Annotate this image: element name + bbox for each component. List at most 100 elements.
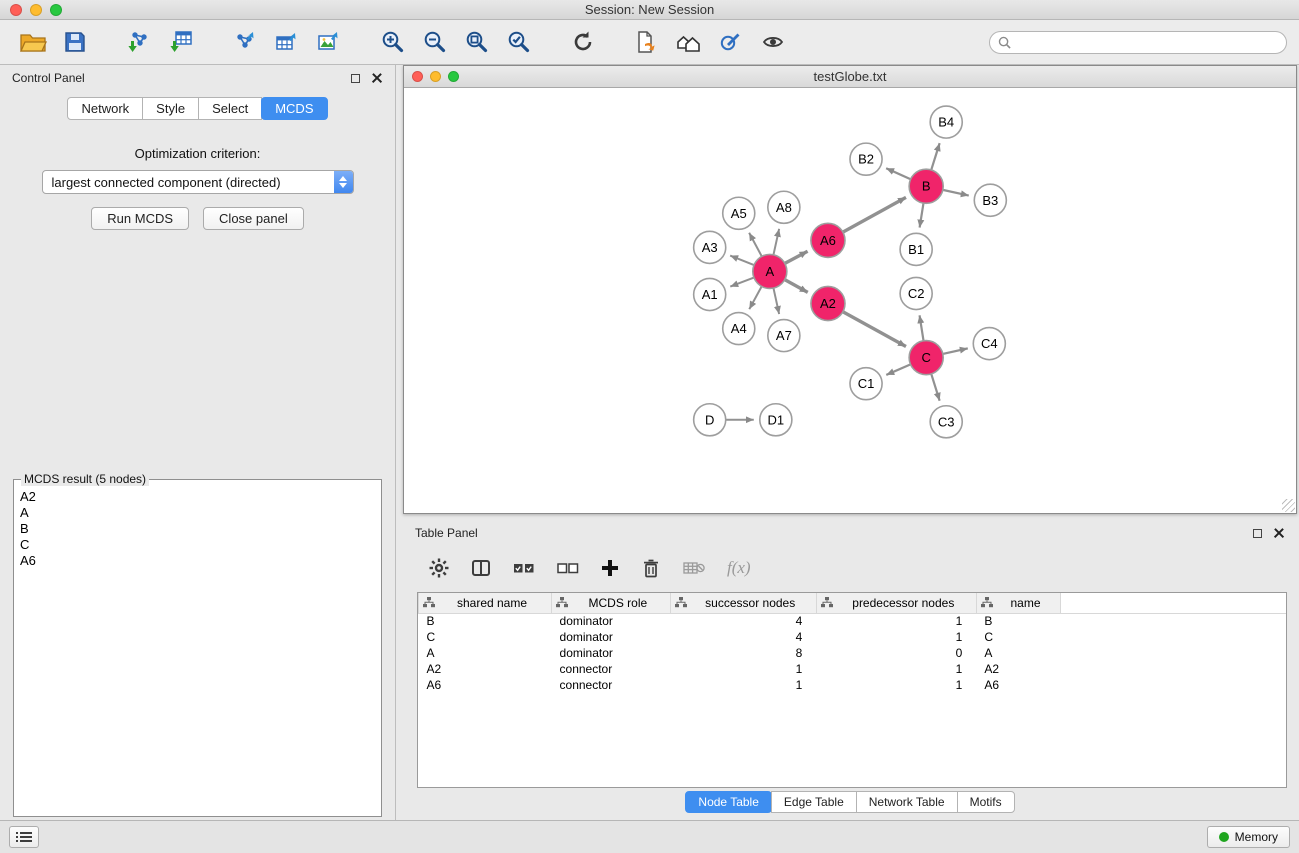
show-columns-button[interactable] bbox=[471, 558, 491, 578]
graph-edge-A-A6[interactable] bbox=[785, 251, 808, 263]
import-file-button[interactable] bbox=[626, 23, 668, 61]
graph-edge-A-A7[interactable] bbox=[773, 288, 779, 314]
graph-node-A8[interactable]: A8 bbox=[768, 191, 800, 223]
import-table-button[interactable] bbox=[160, 23, 202, 61]
graph-edge-C-C2[interactable] bbox=[920, 315, 924, 341]
tab-mcds[interactable]: MCDS bbox=[261, 97, 327, 120]
graph-edge-A-A5[interactable] bbox=[749, 233, 762, 257]
float-panel-icon[interactable] bbox=[351, 74, 360, 83]
minimize-window-icon[interactable] bbox=[30, 4, 42, 16]
function-builder-button[interactable]: f(x) bbox=[727, 558, 751, 578]
table-cell[interactable]: A2 bbox=[419, 661, 552, 677]
zoom-out-button[interactable] bbox=[414, 23, 456, 61]
mcds-result-item[interactable]: C bbox=[20, 537, 375, 553]
graph-node-B3[interactable]: B3 bbox=[974, 184, 1006, 216]
table-cell[interactable]: 1 bbox=[670, 661, 816, 677]
graph-edge-A-A4[interactable] bbox=[749, 286, 761, 309]
add-column-button[interactable] bbox=[601, 559, 619, 577]
select-all-button[interactable] bbox=[513, 560, 535, 576]
annotation-pen-button[interactable] bbox=[710, 23, 752, 61]
graph-edge-C-C3[interactable] bbox=[931, 374, 939, 401]
table-cell[interactable]: connector bbox=[552, 661, 671, 677]
graph-node-C4[interactable]: C4 bbox=[973, 328, 1005, 360]
table-cell[interactable]: 8 bbox=[670, 645, 816, 661]
import-network-button[interactable] bbox=[118, 23, 160, 61]
tab-style[interactable]: Style bbox=[142, 97, 199, 120]
memory-button[interactable]: Memory bbox=[1207, 826, 1290, 848]
graph-node-D1[interactable]: D1 bbox=[760, 404, 792, 436]
node-table-container[interactable]: shared nameMCDS rolesuccessor nodesprede… bbox=[417, 592, 1287, 788]
graph-node-B[interactable]: B bbox=[909, 169, 943, 203]
table-cell[interactable]: 1 bbox=[816, 677, 976, 693]
zoom-fit-button[interactable] bbox=[456, 23, 498, 61]
graph-node-A2[interactable]: A2 bbox=[811, 286, 845, 320]
column-header-successor-nodes[interactable]: successor nodes bbox=[670, 593, 816, 613]
close-window-icon[interactable] bbox=[10, 4, 22, 16]
search-box[interactable] bbox=[989, 31, 1287, 54]
deselect-all-button[interactable] bbox=[557, 560, 579, 576]
table-cell[interactable]: A6 bbox=[419, 677, 552, 693]
table-cell[interactable]: connector bbox=[552, 677, 671, 693]
table-cell[interactable]: 1 bbox=[816, 629, 976, 645]
column-header-mcds-role[interactable]: MCDS role bbox=[552, 593, 671, 613]
column-header-name[interactable]: name bbox=[976, 593, 1060, 613]
table-cell[interactable]: B bbox=[419, 613, 552, 629]
graph-node-A1[interactable]: A1 bbox=[694, 278, 726, 310]
mcds-result-item[interactable]: A6 bbox=[20, 553, 375, 569]
open-session-button[interactable] bbox=[12, 23, 54, 61]
graph-edge-B-B2[interactable] bbox=[886, 168, 910, 179]
delete-column-button[interactable] bbox=[641, 558, 661, 578]
column-header-shared-name[interactable]: shared name bbox=[419, 593, 552, 613]
close-panel-icon[interactable] bbox=[372, 73, 383, 84]
network-minimize-icon[interactable] bbox=[430, 71, 441, 82]
graph-edge-A2-C[interactable] bbox=[843, 312, 906, 347]
table-cell[interactable]: A bbox=[976, 645, 1060, 661]
table-settings-button[interactable] bbox=[429, 558, 449, 578]
table-row[interactable]: Adominator80A bbox=[419, 645, 1287, 661]
graph-node-A7[interactable]: A7 bbox=[768, 320, 800, 352]
table-cell[interactable]: 1 bbox=[816, 661, 976, 677]
graph-node-B2[interactable]: B2 bbox=[850, 143, 882, 175]
table-row[interactable]: A2connector11A2 bbox=[419, 661, 1287, 677]
graph-node-C1[interactable]: C1 bbox=[850, 368, 882, 400]
graph-node-B1[interactable]: B1 bbox=[900, 233, 932, 265]
table-cell[interactable]: C bbox=[419, 629, 552, 645]
tab-node-table[interactable]: Node Table bbox=[685, 791, 772, 813]
mcds-result-item[interactable]: A2 bbox=[20, 489, 375, 505]
table-cell[interactable]: A2 bbox=[976, 661, 1060, 677]
table-cell[interactable]: 1 bbox=[670, 677, 816, 693]
zoom-selected-button[interactable] bbox=[498, 23, 540, 61]
mcds-result-item[interactable]: B bbox=[20, 521, 375, 537]
graph-edge-A-A2[interactable] bbox=[785, 280, 808, 293]
graph-node-A[interactable]: A bbox=[753, 254, 787, 288]
resize-grip[interactable] bbox=[1282, 499, 1295, 512]
show-hide-button[interactable] bbox=[752, 23, 794, 61]
graph-node-A6[interactable]: A6 bbox=[811, 223, 845, 257]
table-row[interactable]: Bdominator41B bbox=[419, 613, 1287, 629]
graph-node-A5[interactable]: A5 bbox=[723, 197, 755, 229]
tab-edge-table[interactable]: Edge Table bbox=[771, 791, 857, 813]
graph-edge-A6-B[interactable] bbox=[843, 197, 906, 232]
table-cell[interactable]: 1 bbox=[816, 613, 976, 629]
tab-network[interactable]: Network bbox=[67, 97, 143, 120]
table-cell[interactable]: A6 bbox=[976, 677, 1060, 693]
criterion-dropdown[interactable]: largest connected component (directed) bbox=[42, 170, 354, 194]
table-cell[interactable]: C bbox=[976, 629, 1060, 645]
table-cell[interactable]: dominator bbox=[552, 613, 671, 629]
table-cell[interactable]: A bbox=[419, 645, 552, 661]
graph-edge-B-B1[interactable] bbox=[920, 203, 924, 228]
float-table-panel-icon[interactable] bbox=[1253, 529, 1262, 538]
graph-edge-B-B3[interactable] bbox=[943, 190, 969, 196]
table-cell[interactable]: 0 bbox=[816, 645, 976, 661]
task-history-button[interactable] bbox=[9, 826, 39, 848]
network-maximize-icon[interactable] bbox=[448, 71, 459, 82]
export-table-button[interactable] bbox=[266, 23, 308, 61]
export-image-button[interactable] bbox=[308, 23, 350, 61]
graph-node-A4[interactable]: A4 bbox=[723, 313, 755, 345]
graph-edge-B-B4[interactable] bbox=[931, 143, 939, 170]
graph-node-C[interactable]: C bbox=[909, 341, 943, 375]
tab-network-table[interactable]: Network Table bbox=[856, 791, 958, 813]
table-row[interactable]: A6connector11A6 bbox=[419, 677, 1287, 693]
graph-node-A3[interactable]: A3 bbox=[694, 231, 726, 263]
first-neighbors-button[interactable] bbox=[668, 23, 710, 61]
